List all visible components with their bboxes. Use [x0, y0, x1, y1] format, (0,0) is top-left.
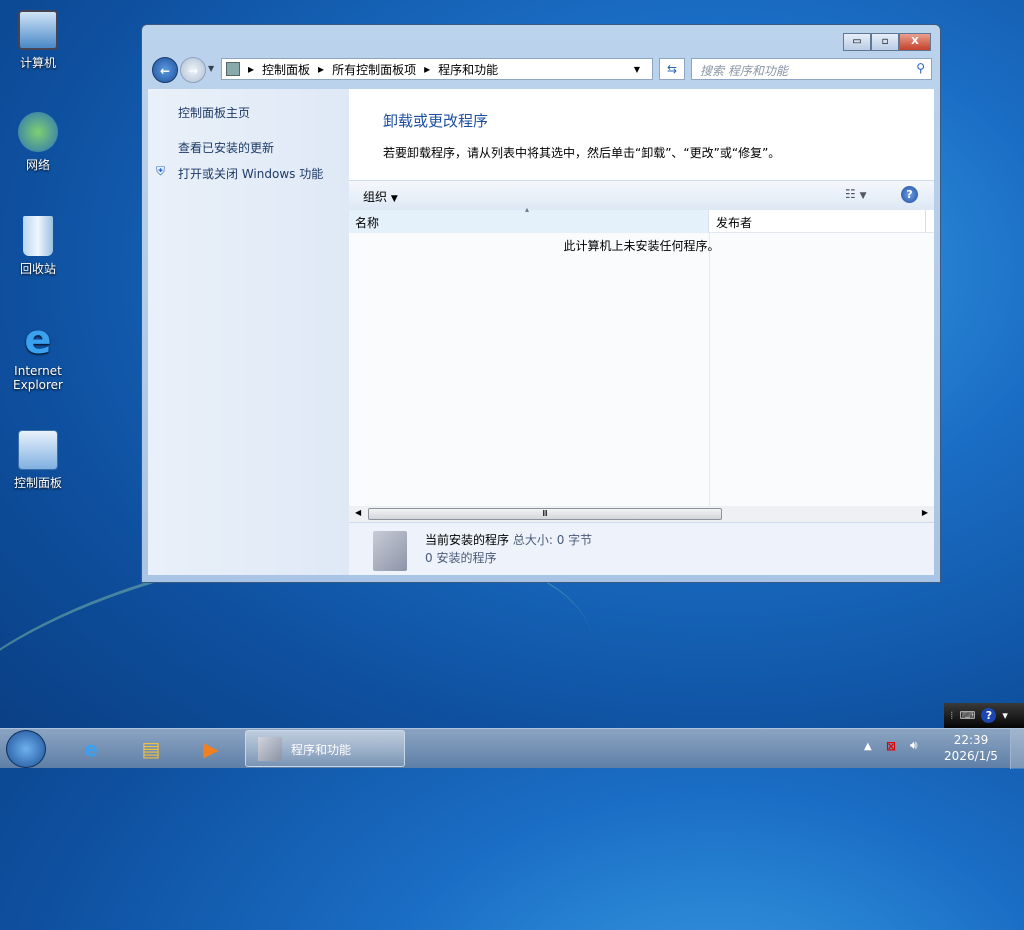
- breadcrumb-all-items[interactable]: 所有控制面板项: [332, 61, 416, 78]
- desktop-icon-control-panel[interactable]: 控制面板: [6, 430, 70, 491]
- recycle-bin-icon: [23, 216, 53, 256]
- sidebar-item-installed-updates[interactable]: 查看已安装的更新: [178, 139, 274, 156]
- column-label: 发布者: [716, 216, 753, 230]
- column-divider: [709, 233, 710, 506]
- desktop-icon-ie[interactable]: e Internet Explorer: [6, 320, 70, 392]
- sort-ascending-icon: ▴: [525, 205, 530, 214]
- taskbar-explorer-icon[interactable]: ▤: [126, 732, 176, 766]
- programs-and-features-window: ▭ ▫ X ← → ▼ ▸ 控制面板 ▸ 所有控制面板项 ▸ 程序和功能 ▼ ⇆ 搜索…: [141, 24, 941, 583]
- details-program-count: 0 安装的程序: [425, 551, 497, 565]
- program-list[interactable]: 此计算机上未安装任何程序。: [349, 233, 934, 506]
- view-options-button[interactable]: ☷ ▼: [845, 187, 867, 201]
- help-icon[interactable]: ?: [901, 186, 918, 203]
- toolbar: 组织 ▼ ☷ ▼ ?: [349, 180, 934, 210]
- desktop-icon-network[interactable]: 网络: [6, 112, 70, 173]
- sidebar-item-windows-features[interactable]: 打开或关闭 Windows 功能: [178, 165, 323, 182]
- clock-date: 2026/1/5: [944, 749, 998, 763]
- show-desktop-button[interactable]: [1010, 729, 1024, 769]
- taskbar: e ▤ ▶ 程序和功能 ▲ ⊠ 🔊︎ 22:39 2026/1/5: [0, 728, 1024, 769]
- sidebar-item-home[interactable]: 控制面板主页: [178, 104, 250, 121]
- organize-label: 组织: [363, 190, 388, 204]
- desktop-icon-computer[interactable]: 计算机: [6, 10, 70, 71]
- taskbar-button-programs[interactable]: 程序和功能: [245, 730, 405, 767]
- column-header-row: 名称 ▴ 发布者: [349, 205, 934, 233]
- clock-time: 22:39: [953, 733, 989, 747]
- language-bar: ⁞ ⌨ ? ▾: [944, 703, 1024, 728]
- search-icon[interactable]: ⚲: [916, 61, 925, 75]
- taskbar-ie-icon[interactable]: e: [66, 732, 116, 766]
- volume-icon[interactable]: 🔊︎: [910, 738, 918, 753]
- show-hidden-icons-button[interactable]: ▲: [864, 741, 872, 752]
- breadcrumb-programs[interactable]: 程序和功能: [438, 61, 498, 78]
- keyboard-icon[interactable]: ⌨: [960, 709, 976, 722]
- chevron-down-icon: ▼: [390, 194, 398, 204]
- clock[interactable]: 22:39 2026/1/5: [940, 732, 1002, 764]
- chevron-down-icon: ▼: [859, 191, 867, 201]
- icon-label: 回收站: [19, 262, 56, 276]
- forward-button[interactable]: →: [180, 57, 206, 83]
- help-icon[interactable]: ?: [981, 708, 997, 723]
- taskbar-media-player-icon[interactable]: ▶: [186, 732, 236, 766]
- maximize-button[interactable]: ▫: [871, 33, 899, 51]
- icon-label: 网络: [25, 158, 50, 172]
- breadcrumb-control-panel[interactable]: 控制面板: [262, 61, 310, 78]
- empty-list-message: 此计算机上未安装任何程序。: [563, 239, 720, 253]
- start-button[interactable]: [6, 730, 46, 768]
- address-bar[interactable]: ▸ 控制面板 ▸ 所有控制面板项 ▸ 程序和功能 ▼: [221, 58, 653, 80]
- drag-handle-icon[interactable]: ⁞: [950, 709, 954, 722]
- shield-icon: ⛨: [156, 164, 166, 178]
- computer-icon: [18, 10, 58, 50]
- programs-box-icon: [373, 531, 407, 571]
- horizontal-scrollbar[interactable]: ◀ Ⅲ ▶: [349, 506, 934, 522]
- search-input[interactable]: 搜索 程序和功能 ⚲: [691, 58, 932, 80]
- address-dropdown-icon[interactable]: ▼: [634, 65, 640, 74]
- network-disconnected-icon[interactable]: ⊠: [886, 739, 896, 753]
- internet-explorer-icon: e: [24, 317, 52, 363]
- details-pane: 当前安装的程序 总大小: 0 字节 0 安装的程序: [349, 522, 934, 575]
- icon-label: Internet Explorer: [13, 364, 63, 392]
- main-pane: 卸载或更改程序 若要卸载程序，请从列表中将其选中，然后单击“卸载”、“更改”或“…: [349, 89, 934, 575]
- column-header-name[interactable]: 名称 ▴: [349, 205, 709, 233]
- recent-pages-dropdown[interactable]: ▼: [208, 64, 214, 73]
- desktop-icon-recycle-bin[interactable]: 回收站: [6, 216, 70, 277]
- details-total-size: 总大小: 0 字节: [512, 533, 593, 547]
- breadcrumb-separator: ▸: [248, 62, 255, 76]
- details-title: 当前安装的程序: [425, 533, 510, 547]
- close-button[interactable]: X: [899, 33, 931, 51]
- control-panel-icon: [18, 430, 58, 470]
- control-panel-small-icon: [226, 62, 240, 76]
- scroll-right-arrow[interactable]: ▶: [922, 508, 928, 517]
- scroll-left-arrow[interactable]: ◀: [355, 508, 361, 517]
- page-title: 卸载或更改程序: [383, 112, 489, 130]
- search-placeholder: 搜索 程序和功能: [700, 64, 788, 78]
- scroll-thumb[interactable]: Ⅲ: [368, 508, 722, 520]
- icon-label: 计算机: [19, 56, 56, 70]
- sidebar: 控制面板主页 查看已安装的更新 ⛨ 打开或关闭 Windows 功能: [148, 89, 349, 575]
- organize-button[interactable]: 组织 ▼: [363, 188, 398, 205]
- breadcrumb-separator: ▸: [424, 62, 431, 76]
- taskbar-button-label: 程序和功能: [291, 743, 352, 757]
- page-description: 若要卸载程序，请从列表中将其选中，然后单击“卸载”、“更改”或“修复”。: [383, 146, 781, 160]
- column-label: 名称: [355, 216, 380, 230]
- back-button[interactable]: ←: [152, 57, 178, 83]
- programs-icon: [258, 737, 282, 761]
- language-bar-options-icon[interactable]: ▾: [1002, 709, 1008, 722]
- refresh-button[interactable]: ⇆: [659, 58, 685, 80]
- icon-label: 控制面板: [13, 476, 62, 490]
- network-icon: [18, 112, 58, 152]
- minimize-button[interactable]: ▭: [843, 33, 871, 51]
- breadcrumb-separator: ▸: [318, 62, 325, 76]
- column-header-publisher[interactable]: 发布者: [710, 210, 926, 233]
